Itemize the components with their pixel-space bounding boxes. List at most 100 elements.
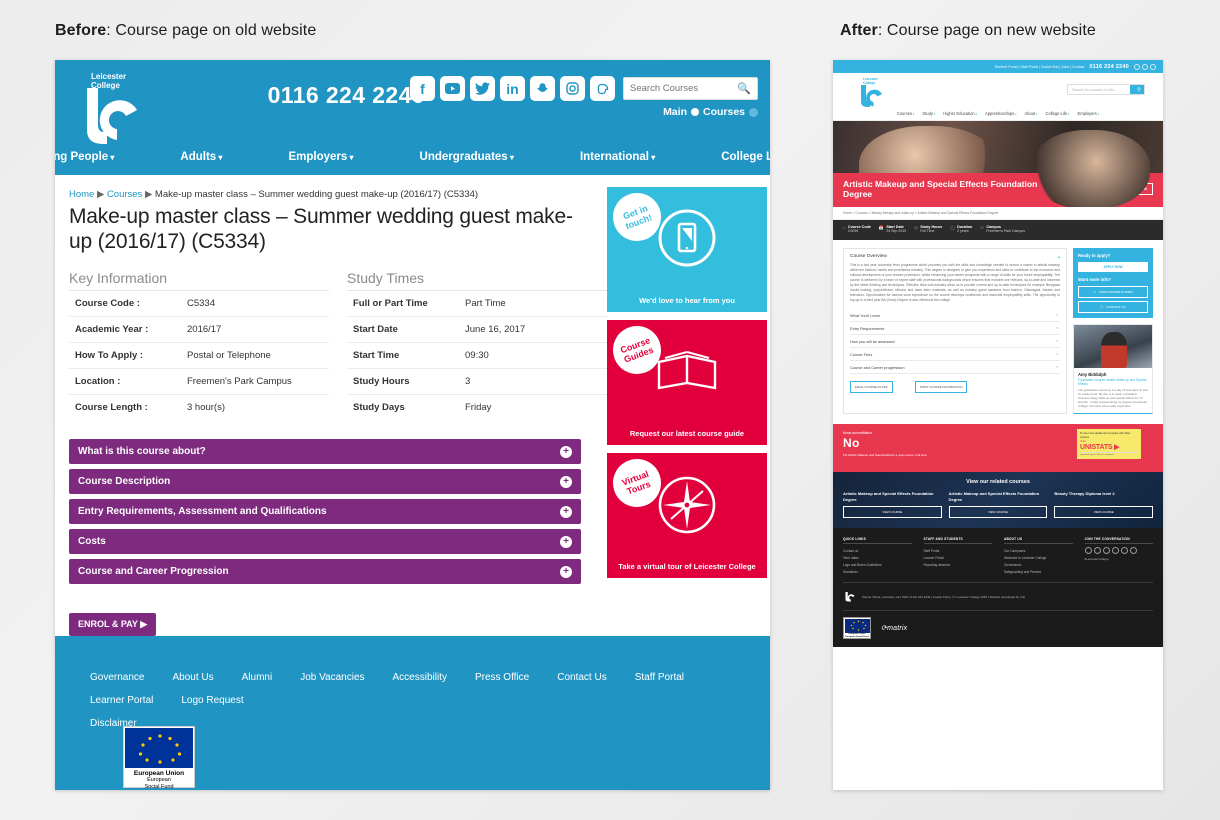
accordion-costs[interactable]: Costs +	[69, 529, 581, 554]
related-course-card[interactable]: Artistic Makeup and Special Effects Foun…	[843, 491, 942, 519]
footer-link[interactable]: Disclaimer	[843, 568, 912, 575]
footer-link-accessibility[interactable]: Accessibility	[386, 666, 454, 689]
apply-now-button[interactable]: APPLY NOW	[1078, 261, 1148, 272]
new-search-box[interactable]: Search for courses or info... ⚲	[1067, 84, 1145, 95]
new-main-nav[interactable]: Courses Study Higher Education Apprentic…	[833, 111, 1163, 116]
breadcrumb[interactable]: Home ▶ Courses ▶ Make-up master class – …	[69, 189, 595, 200]
promo-course-guides[interactable]: Course Guides Request our latest course …	[606, 319, 767, 445]
breadcrumb[interactable]: Home > Courses > Beauty therapy and make…	[833, 207, 1163, 220]
accordion-entry-requirements[interactable]: Entry Requirements	[850, 322, 1060, 336]
leicester-college-logo[interactable]	[843, 589, 856, 604]
toggle-courses-label[interactable]: Courses	[703, 106, 745, 118]
accordion-how-you-will-be-assessed[interactable]: How you will be assessed	[850, 335, 1060, 349]
enrol-and-pay-button[interactable]: ENROL & PAY ▶	[69, 613, 157, 636]
nav-item-undergraduates[interactable]: Undergraduates	[387, 151, 547, 163]
snapchat-icon[interactable]	[530, 76, 555, 101]
footer-link[interactable]: Our Campuses	[1004, 547, 1073, 554]
old-main-nav[interactable]: Young People Adults Employers Undergradu…	[55, 139, 770, 175]
nav-item-employers[interactable]: Employers	[1073, 111, 1103, 116]
accordion-what-youll-learn[interactable]: What You'll Learn	[850, 309, 1060, 323]
nav-item-higher-education[interactable]: Higher Education	[939, 111, 981, 116]
breadcrumb-courses[interactable]: Courses	[107, 189, 142, 200]
accordion-what-is-this-course-about[interactable]: What is this course about? +	[69, 439, 581, 464]
apply-now-button[interactable]: APPLY NOW	[1120, 183, 1153, 196]
footer-link[interactable]: Reporting absence	[924, 561, 993, 568]
footer-link[interactable]: Term dates	[843, 554, 912, 561]
search-icon[interactable]: ⚲	[1130, 85, 1144, 94]
view-course-button[interactable]: VIEW COURSE	[948, 506, 1048, 519]
nav-item-international[interactable]: International	[547, 151, 688, 163]
nav-item-adults[interactable]: Adults	[147, 151, 255, 163]
footer-link[interactable]: Learner Portal	[924, 554, 993, 561]
plus-icon[interactable]: +	[560, 445, 572, 458]
youtube-icon[interactable]	[1120, 547, 1128, 555]
top-bar-social[interactable]	[1134, 63, 1156, 70]
facebook-icon[interactable]: f	[410, 76, 435, 101]
accordion-course-and-career-progression[interactable]: Course and Career Progression +	[69, 559, 581, 584]
old-search-box[interactable]: 🔍	[623, 77, 758, 100]
print-course-information-button[interactable]: PRINT COURSE INFORMATION	[914, 381, 968, 394]
blogger-icon[interactable]	[590, 76, 615, 101]
footer-link-press-office[interactable]: Press Office	[468, 666, 536, 689]
footer-links[interactable]: Governance About Us Alumni Job Vacancies…	[55, 666, 770, 735]
view-course-guides-button[interactable]: ☐ VIEW COURSE GUIDES	[1078, 285, 1148, 298]
footer-link-about-us[interactable]: About Us	[165, 666, 220, 689]
plus-icon[interactable]: +	[560, 565, 572, 578]
accordion-entry-requirements[interactable]: Entry Requirements, Assessment and Quali…	[69, 499, 581, 524]
linkedin-icon[interactable]	[1129, 547, 1137, 555]
new-top-bar[interactable]: Student Portal | Staff Portal | Social H…	[833, 60, 1163, 73]
accordion-course-fees[interactable]: Course Fees	[850, 348, 1060, 362]
facebook-icon[interactable]	[1134, 63, 1140, 70]
search-input[interactable]	[624, 83, 734, 94]
twitter-icon[interactable]	[1093, 547, 1101, 555]
twitter-icon[interactable]	[470, 76, 495, 101]
related-course-card[interactable]: Artistic Makeup and Special Effects Foun…	[948, 491, 1048, 519]
view-course-button[interactable]: VIEW COURSE	[843, 506, 942, 519]
snapchat-icon[interactable]	[1111, 547, 1119, 555]
footer-link[interactable]: Contact us	[843, 547, 912, 554]
plus-icon[interactable]: +	[560, 505, 572, 518]
instagram-icon[interactable]	[1150, 63, 1156, 70]
linkedin-icon[interactable]: in	[500, 76, 525, 101]
promo-get-in-touch[interactable]: Get in touch! We'd love to hear from you	[606, 186, 767, 312]
nav-item-study[interactable]: Study	[918, 111, 939, 116]
nav-item-employers[interactable]: Employers	[255, 151, 386, 163]
footer-link-contact-us[interactable]: Contact Us	[550, 666, 613, 689]
email-course-as-pdf-button[interactable]: EMAIL COURSE AS PDF	[850, 381, 893, 394]
site-toggle[interactable]: Main Courses	[663, 106, 758, 118]
nav-item-college-life[interactable]: College Life	[1042, 111, 1074, 116]
contact-us-button[interactable]: ☐ CONTACT US	[1078, 300, 1148, 313]
nav-item-about[interactable]: About	[1020, 111, 1041, 116]
instagram-icon[interactable]	[560, 76, 585, 101]
accordion-course-description[interactable]: Course Description +	[69, 469, 581, 494]
accordion-course-and-career-progression[interactable]: Course and Career progression	[850, 361, 1060, 375]
twitter-icon[interactable]	[1142, 63, 1148, 70]
footer-link-alumni[interactable]: Alumni	[235, 666, 280, 689]
facebook-icon[interactable]	[1084, 547, 1092, 555]
promo-virtual-tours[interactable]: Virtual Tours Take a virtual tour of Lei…	[606, 452, 767, 578]
view-course-button[interactable]: VIEW COURSE	[1054, 506, 1154, 519]
footer-link[interactable]: Governance	[1004, 561, 1073, 568]
footer-link-governance[interactable]: Governance	[83, 666, 151, 689]
footer-link-job-vacancies[interactable]: Job Vacancies	[293, 666, 371, 689]
related-course-card[interactable]: Beauty Therapy Diploma level 2 VIEW COUR…	[1054, 491, 1154, 519]
top-bar-links[interactable]: Student Portal | Staff Portal | Social H…	[995, 65, 1085, 69]
footer-link[interactable]: Welcome to Leicester College	[1004, 554, 1073, 561]
footer-link[interactable]: Logo and Brand Guidelines	[843, 561, 912, 568]
footer-link-learner-portal[interactable]: Learner Portal	[83, 689, 160, 712]
toggle-main-label[interactable]: Main	[663, 106, 687, 118]
search-icon[interactable]: 🔍	[737, 82, 751, 95]
nav-item-apprenticeships[interactable]: Apprenticeships	[981, 111, 1020, 116]
youtube-icon[interactable]	[440, 76, 465, 101]
old-social-links[interactable]: f in	[410, 76, 615, 101]
footer-link-staff-portal[interactable]: Staff Portal	[628, 666, 691, 689]
footer-link[interactable]: Staff Portal	[924, 547, 993, 554]
nav-item-college-life[interactable]: College Life	[688, 151, 770, 163]
nav-item-courses[interactable]: Courses	[893, 111, 919, 116]
nav-item-young-people[interactable]: Young People	[55, 151, 147, 163]
footer-link-logo-request[interactable]: Logo Request	[174, 689, 250, 712]
footer-link[interactable]: Safeguarding and Prevent	[1004, 568, 1073, 575]
collapse-icon[interactable]: ▴	[1058, 254, 1060, 259]
plus-icon[interactable]: +	[560, 535, 572, 548]
breadcrumb-home[interactable]: Home	[69, 189, 94, 200]
